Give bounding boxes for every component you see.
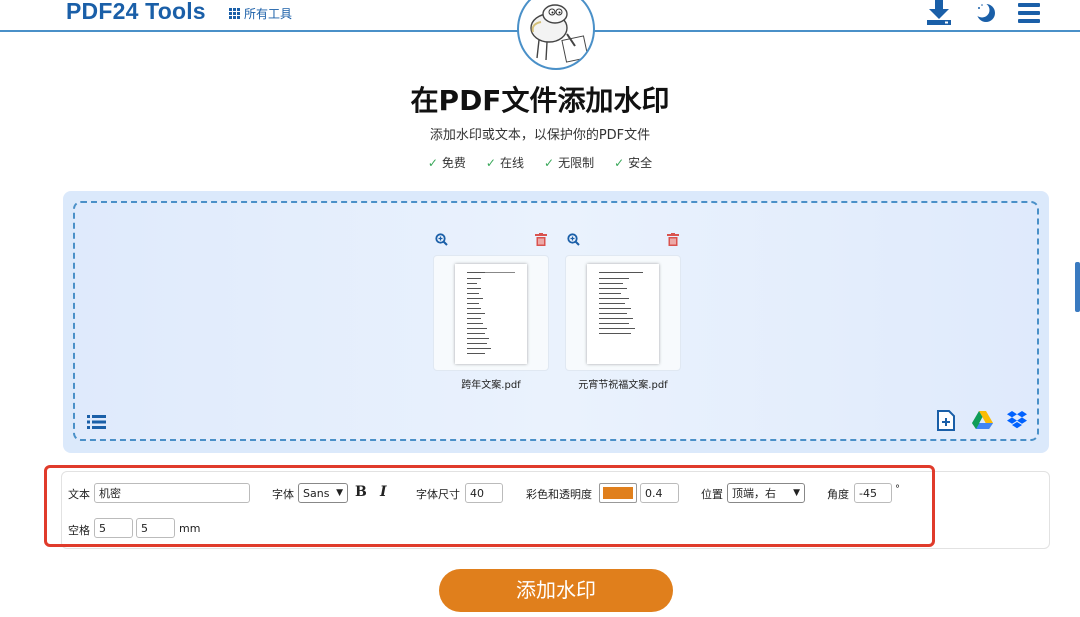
font-size-label: 字体尺寸 — [416, 488, 460, 501]
trash-icon[interactable] — [535, 231, 547, 250]
color-swatch — [603, 487, 633, 499]
chevron-down-icon: ▼ — [793, 488, 800, 498]
font-select-value: Sans — [303, 486, 330, 500]
file-name: 元宵节祝福文案.pdf — [578, 380, 668, 391]
download-app-icon[interactable] — [926, 0, 952, 30]
menu-icon[interactable] — [1018, 3, 1040, 27]
color-picker[interactable] — [599, 483, 637, 503]
all-tools-link[interactable]: 所有工具 — [229, 5, 292, 22]
font-select[interactable]: Sans ▼ — [298, 483, 348, 503]
spacing-y-input[interactable] — [136, 518, 175, 538]
file-name: 跨年文案.pdf — [461, 380, 521, 391]
watermark-text-input[interactable] — [94, 483, 250, 503]
pdf-page-preview — [587, 264, 659, 364]
spacing-x-input[interactable] — [94, 518, 133, 538]
page-title: 在PDF文件添加水印 — [410, 84, 670, 117]
feature-item: ✓ 无限制 — [544, 156, 595, 170]
page-subtitle: 添加水印或文本，以保护你的PDF文件 — [429, 128, 651, 143]
mascot-image — [517, 0, 595, 70]
opacity-input[interactable] — [640, 483, 679, 503]
google-drive-icon[interactable] — [972, 411, 993, 433]
dropbox-icon[interactable] — [1007, 411, 1027, 433]
file-card: 元宵节祝福文案.pdf — [565, 231, 681, 391]
check-icon: ✓ — [427, 156, 438, 170]
zoom-icon[interactable] — [435, 231, 448, 250]
file-card: 跨年文案.pdf — [433, 231, 549, 391]
check-icon: ✓ — [614, 156, 625, 170]
all-tools-label: 所有工具 — [244, 7, 293, 21]
add-file-icon[interactable] — [937, 410, 955, 435]
feature-item: ✓ 免费 — [427, 156, 466, 170]
feature-item: ✓ 在线 — [485, 156, 524, 170]
color-opacity-label: 彩色和透明度 — [526, 488, 592, 501]
angle-label: 角度 — [827, 488, 849, 501]
list-view-icon[interactable] — [87, 414, 107, 434]
highlight-box — [44, 465, 935, 547]
dark-mode-icon[interactable] — [974, 2, 997, 28]
scrollbar[interactable] — [1075, 262, 1080, 312]
angle-input[interactable] — [854, 483, 892, 503]
add-watermark-button[interactable]: 添加水印 — [439, 569, 673, 612]
position-label: 位置 — [701, 488, 723, 501]
check-icon: ✓ — [485, 156, 496, 170]
file-thumbnail[interactable] — [433, 255, 549, 371]
trash-icon[interactable] — [667, 231, 679, 250]
grid-icon — [229, 8, 240, 19]
spacing-label: 空格 — [68, 524, 90, 537]
chevron-down-icon: ▼ — [336, 488, 343, 498]
bold-button[interactable]: B — [355, 484, 367, 500]
feature-item: ✓ 安全 — [614, 156, 653, 170]
logo[interactable]: PDF24 Tools — [66, 0, 206, 25]
file-thumbnail[interactable] — [565, 255, 681, 371]
position-select-value: 顶端，右 — [732, 487, 776, 500]
font-label: 字体 — [272, 488, 294, 501]
zoom-icon[interactable] — [567, 231, 580, 250]
position-select[interactable]: 顶端，右 ▼ — [727, 483, 805, 503]
file-dropzone[interactable]: 跨年文案.pdf 元宵节祝福文案.pdf — [73, 201, 1039, 441]
check-icon: ✓ — [544, 156, 555, 170]
italic-button[interactable]: I — [380, 484, 387, 500]
font-size-input[interactable] — [465, 483, 503, 503]
spacing-unit: mm — [179, 522, 201, 535]
pdf-page-preview — [455, 264, 527, 364]
file-drop-area: 跨年文案.pdf 元宵节祝福文案.pdf — [63, 191, 1049, 453]
feature-list: ✓ 免费 ✓ 在线 ✓ 无限制 ✓ 安全 — [0, 154, 1080, 171]
text-label: 文本 — [68, 488, 90, 501]
angle-unit: ° — [895, 484, 900, 495]
